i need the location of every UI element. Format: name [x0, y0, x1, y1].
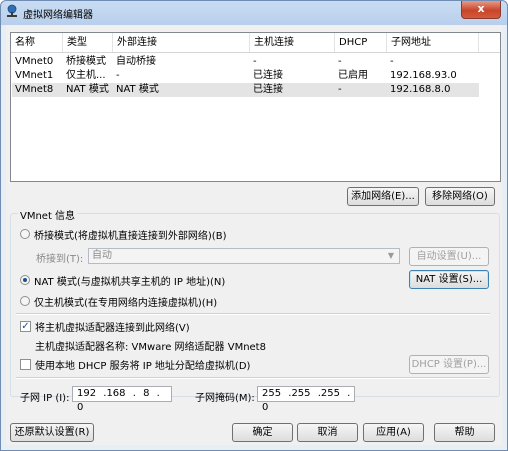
- connect-adapter-label[interactable]: 将主机虚拟适配器连接到此网络(V): [35, 319, 190, 334]
- window-title: 虚拟网络编辑器: [23, 10, 93, 21]
- row-dhcp: -: [338, 56, 342, 67]
- cancel-button[interactable]: 取消: [297, 423, 358, 442]
- bridged-mode-label[interactable]: 桥接模式(将虚拟机直接连接到外部网络)(B): [34, 227, 226, 242]
- column-header-dhcp[interactable]: DHCP: [335, 33, 387, 52]
- row-type: NAT 模式: [66, 84, 109, 95]
- apply-button[interactable]: 应用(A): [363, 423, 424, 442]
- table-row[interactable]: VMnet0 桥接模式 自动桥接 - - -: [12, 55, 479, 69]
- row-subnet: 192.168.8.0: [390, 84, 451, 95]
- column-header-subnet[interactable]: 子网地址: [387, 33, 479, 52]
- row-type: 桥接模式: [66, 56, 106, 67]
- vmnet-info-group-label: VMnet 信息: [18, 207, 78, 222]
- dialog-client-area: 名称 类型 外部连接 主机连接 DHCP 子网地址 VMnet0 桥接模式 自动…: [6, 25, 502, 445]
- nat-mode-label[interactable]: NAT 模式(与虚拟机共享主机的 IP 地址)(N): [34, 273, 225, 288]
- row-host: 已连接: [253, 70, 283, 81]
- subnet-mask-label: 子网掩码(M):: [195, 393, 255, 404]
- table-row[interactable]: VMnet1 仅主机... - 已连接 已启用 192.168.93.0: [12, 69, 479, 83]
- restore-defaults-button[interactable]: 还原默认设置(R): [10, 423, 94, 442]
- subnet-mask-field[interactable]: 255 .255 .255 . 0: [257, 386, 355, 413]
- row-name: VMnet0: [15, 56, 54, 67]
- connect-adapter-checkbox[interactable]: ✓: [20, 321, 31, 332]
- row-host: -: [253, 56, 257, 67]
- bridged-to-label: 桥接到(T):: [36, 254, 84, 265]
- host-only-mode-label[interactable]: 仅主机模式(在专用网络内连接虚拟机)(H): [34, 294, 217, 309]
- row-name: VMnet1: [15, 70, 54, 81]
- table-row-selected[interactable]: VMnet8 NAT 模式 NAT 模式 已连接 - 192.168.8.0: [12, 83, 479, 97]
- nat-mode-radio[interactable]: [20, 275, 30, 285]
- add-network-button[interactable]: 添加网络(E)...: [347, 187, 419, 206]
- network-app-icon: [7, 4, 17, 17]
- host-only-mode-radio[interactable]: [20, 296, 30, 306]
- network-list-header: 名称 类型 外部连接 主机连接 DHCP 子网地址: [11, 33, 500, 53]
- help-button[interactable]: 帮助: [434, 423, 495, 442]
- row-host: 已连接: [253, 84, 283, 95]
- use-dhcp-checkbox[interactable]: [20, 359, 31, 370]
- row-type: 仅主机...: [66, 70, 106, 81]
- bridged-mode-radio[interactable]: [20, 229, 30, 239]
- dhcp-settings-button[interactable]: DHCP 设置(P)...: [409, 355, 489, 374]
- network-list[interactable]: 名称 类型 外部连接 主机连接 DHCP 子网地址 VMnet0 桥接模式 自动…: [10, 32, 501, 182]
- subnet-ip-field[interactable]: 192 .168 . 8 . 0: [72, 386, 172, 413]
- row-subnet: 192.168.93.0: [390, 70, 457, 81]
- close-button[interactable]: x: [461, 1, 501, 19]
- chevron-down-icon: ▼: [387, 251, 395, 260]
- row-name: VMnet8: [15, 84, 54, 95]
- title-bar[interactable]: 虚拟网络编辑器 x: [1, 1, 507, 23]
- adapter-name-text: 主机虚拟适配器名称: VMware 网络适配器 VMnet8: [35, 342, 266, 353]
- bridged-to-select[interactable]: 自动 ▼: [88, 248, 400, 264]
- divider: [16, 377, 490, 379]
- row-dhcp: 已启用: [338, 70, 368, 81]
- nat-settings-button[interactable]: NAT 设置(S)...: [409, 270, 489, 289]
- virtual-network-editor-window: 虚拟网络编辑器 x 名称 类型 外部连接 主机连接 DHCP 子网地址 VMne…: [0, 0, 508, 451]
- column-header-name[interactable]: 名称: [11, 33, 63, 52]
- use-dhcp-label[interactable]: 使用本地 DHCP 服务将 IP 地址分配给虚拟机(D): [35, 357, 250, 372]
- row-subnet: -: [390, 56, 394, 67]
- remove-network-button[interactable]: 移除网络(O): [425, 187, 495, 206]
- row-external: -: [116, 70, 120, 81]
- row-dhcp: -: [338, 84, 342, 95]
- divider: [16, 313, 490, 315]
- column-header-external[interactable]: 外部连接: [113, 33, 250, 52]
- subnet-ip-label: 子网 IP (I):: [20, 393, 70, 404]
- row-external: NAT 模式: [116, 84, 159, 95]
- auto-settings-button[interactable]: 自动设置(U)...: [409, 247, 489, 266]
- row-external: 自动桥接: [116, 56, 156, 67]
- column-header-type[interactable]: 类型: [63, 33, 113, 52]
- column-header-host[interactable]: 主机连接: [250, 33, 335, 52]
- bridged-to-value: 自动: [92, 250, 112, 261]
- ok-button[interactable]: 确定: [232, 423, 293, 442]
